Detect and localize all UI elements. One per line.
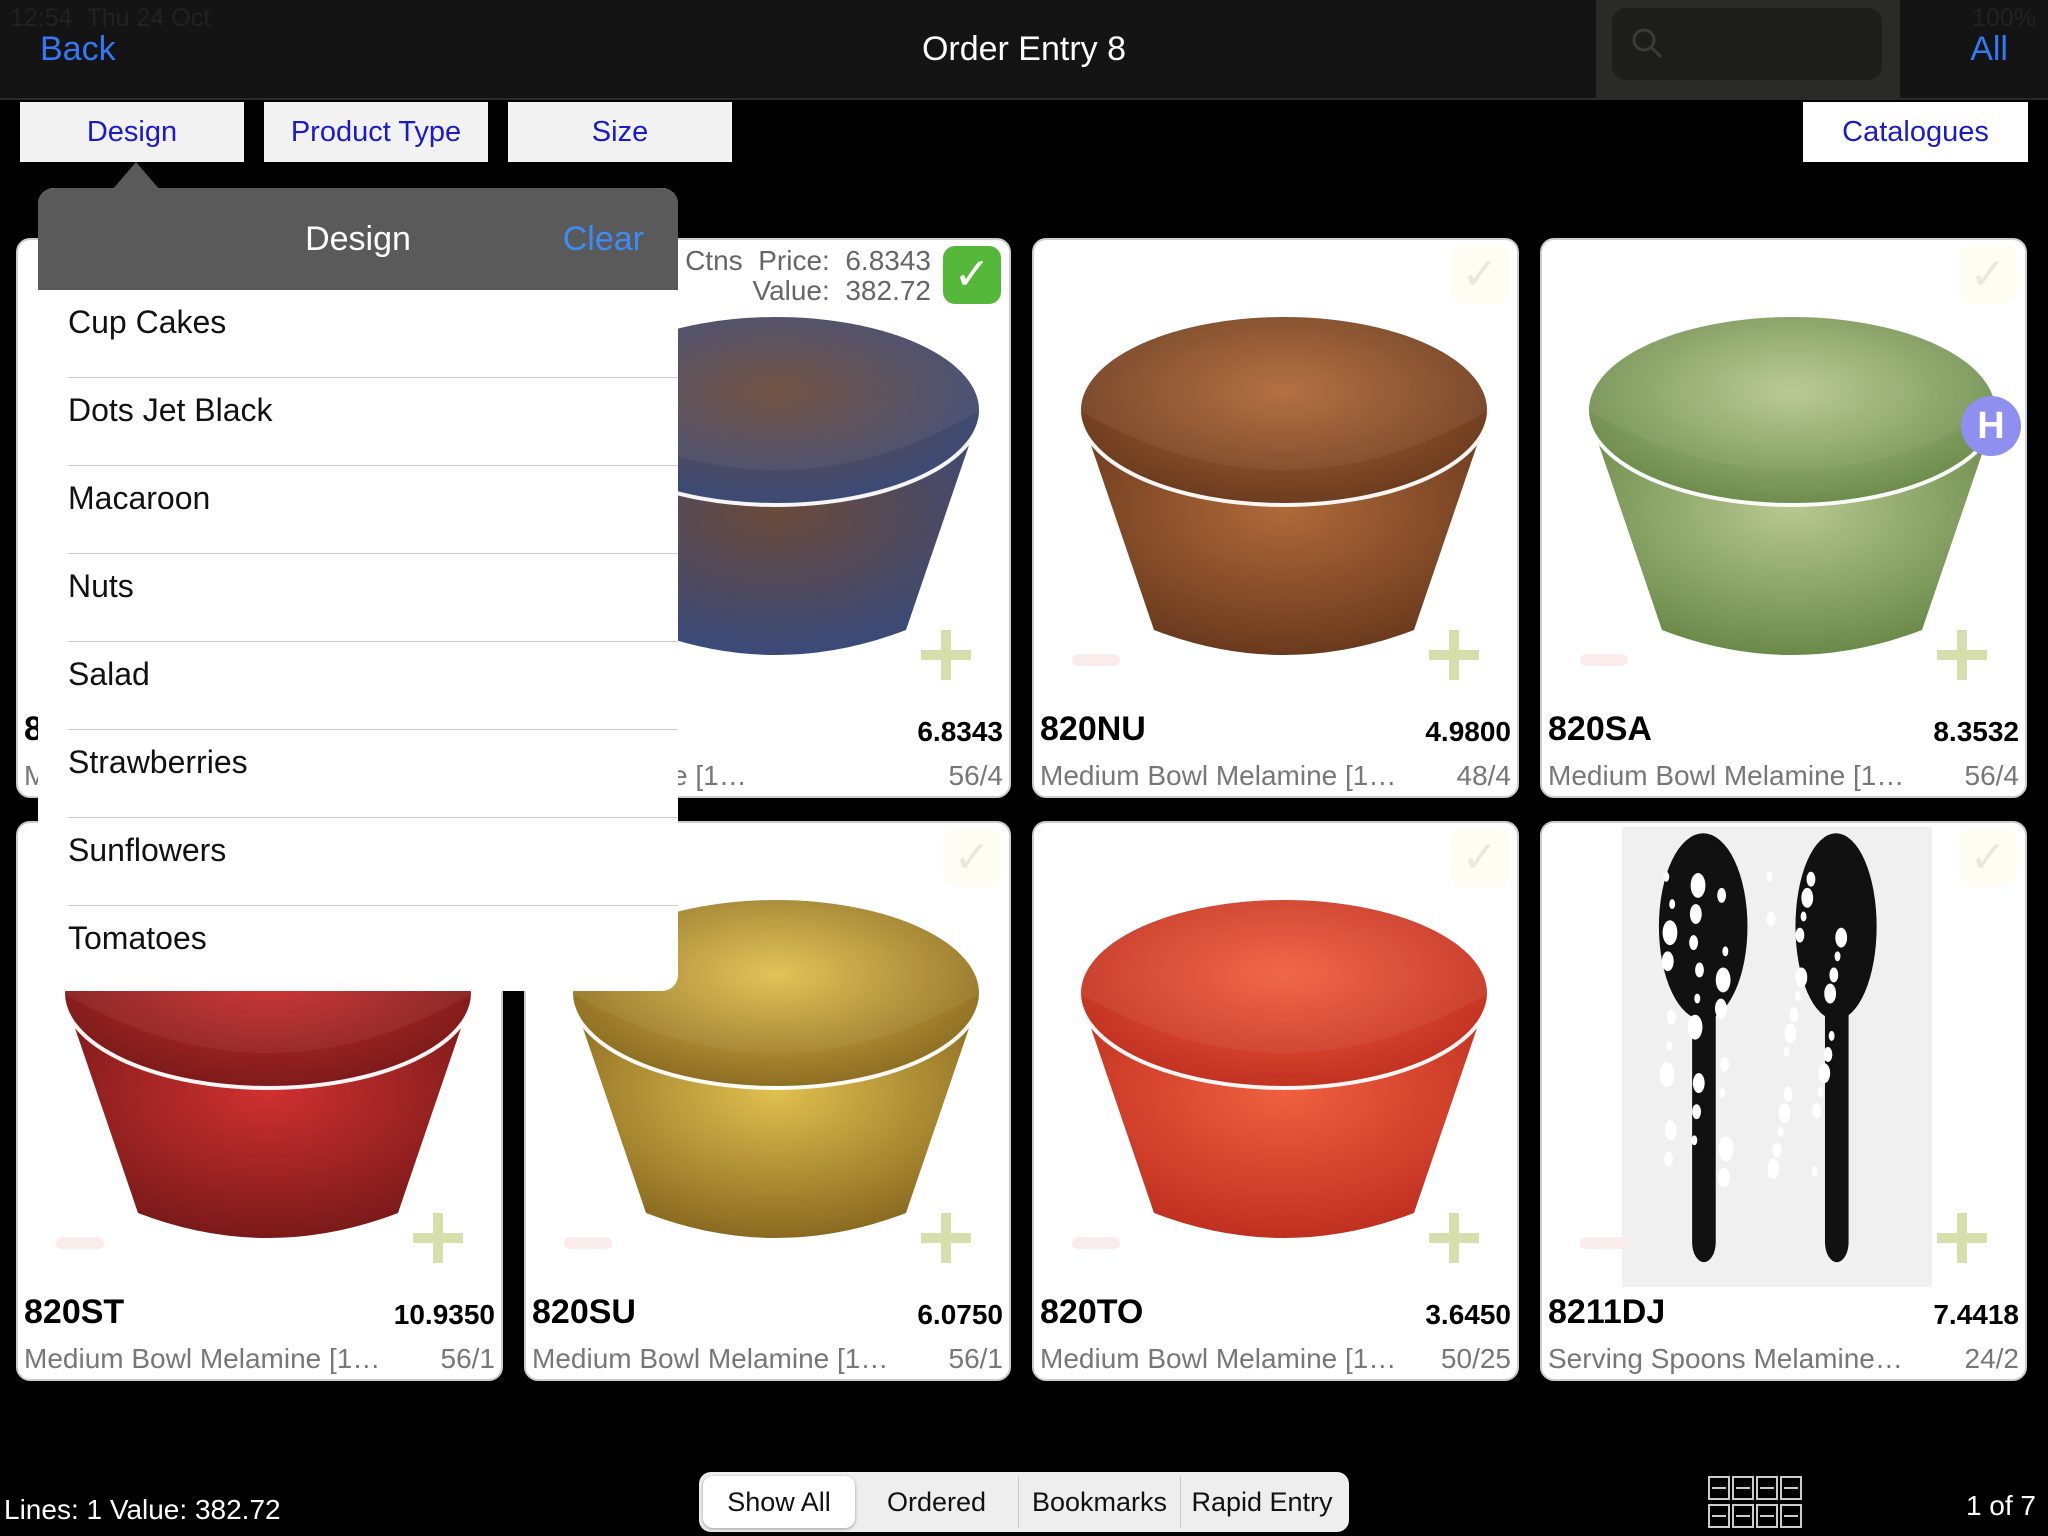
product-image — [1622, 827, 1932, 1287]
minus-indicator[interactable] — [1580, 1237, 1628, 1249]
product-card[interactable]: ✓ 820NU 4.9800 Medium Bowl Melamine [1… 48/4 — [1032, 238, 1519, 798]
product-code: 820NU — [1040, 710, 1146, 748]
order-summary: Lines: 1 Value: 382.72 — [4, 1494, 281, 1525]
product-code: 820ST — [24, 1293, 125, 1331]
minus-indicator[interactable] — [1072, 654, 1120, 666]
check-icon[interactable]: ✓ — [1451, 829, 1509, 887]
filter-product-type[interactable]: Product Type — [264, 102, 488, 162]
tab-rapid-entry[interactable]: Rapid Entry — [1181, 1476, 1343, 1528]
add-icon[interactable] — [1937, 1213, 1987, 1263]
product-price: 10.9350 — [393, 1299, 495, 1330]
product-description: Medium Bowl Melamine [1… — [1040, 760, 1397, 791]
catalogues-button[interactable]: Catalogues — [1803, 102, 2028, 162]
popover-header: Design Clear — [38, 188, 678, 290]
product-price: 6.8343 — [917, 716, 1003, 747]
nav-bar: 12:54 Thu 24 Oct 100% Back Order Entry 8… — [0, 0, 2048, 100]
product-image — [1077, 896, 1491, 1238]
add-icon[interactable] — [921, 630, 971, 680]
search-icon — [1632, 28, 1663, 59]
product-image — [1077, 313, 1491, 655]
product-price: 7.4418 — [1933, 1299, 2019, 1330]
status-battery: 100% — [1972, 4, 2036, 32]
check-icon[interactable]: ✓ — [1959, 246, 2017, 304]
design-popover: Design Clear Cup Cakes Dots Jet Black Maca… — [38, 188, 678, 991]
page-indicator: 1 of 7 — [1965, 1490, 2036, 1521]
product-card[interactable]: ✓ 8211DJ 7.4418 Serving Spoons Melamine… 24/… — [1540, 821, 2027, 1381]
add-icon[interactable] — [413, 1213, 463, 1263]
search-input[interactable] — [1612, 8, 1882, 80]
product-code: 820TO — [1040, 1293, 1144, 1331]
product-description: Medium Bowl Melamine [1… — [532, 1343, 889, 1374]
design-option[interactable]: Tomatoes — [68, 906, 678, 991]
status-time: 12:54 Thu 24 Oct — [10, 4, 211, 32]
check-icon[interactable]: ✓ — [1451, 246, 1509, 304]
add-icon[interactable] — [1937, 630, 1987, 680]
product-description: Medium Bowl Melamine [1… — [1548, 760, 1905, 791]
product-description: Medium Bowl Melamine [1… — [1040, 1343, 1397, 1374]
product-price: 4.9800 — [1425, 716, 1511, 747]
pack-size: 24/2 — [1964, 1343, 2020, 1374]
product-description: Medium Bowl Melamine [1… — [24, 1343, 381, 1374]
filter-size[interactable]: Size — [508, 102, 732, 162]
filter-design[interactable]: Design — [20, 102, 244, 162]
view-segmented-control: Show All Ordered Bookmarks Rapid Entry — [699, 1472, 1349, 1532]
check-icon[interactable]: ✓ — [943, 829, 1001, 887]
h-badge: H — [1961, 396, 2021, 456]
product-description: Serving Spoons Melamine… — [1548, 1343, 1903, 1374]
product-price: 8.3532 — [1933, 716, 2019, 747]
product-image — [1585, 313, 1999, 655]
check-icon[interactable]: ✓ — [1959, 829, 2017, 887]
check-icon[interactable]: ✓ — [943, 246, 1001, 304]
product-code: 820SA — [1548, 710, 1652, 748]
design-option[interactable]: Nuts — [68, 554, 678, 642]
pack-size: 50/25 — [1440, 1343, 1511, 1374]
order-info: Ctns Price: 6.8343 Value: 382.72 — [685, 245, 931, 306]
tab-ordered[interactable]: Ordered — [855, 1476, 1019, 1528]
pack-size: 48/4 — [1456, 760, 1512, 791]
product-code: 820SU — [532, 1293, 636, 1331]
popover-arrow — [112, 162, 160, 190]
all-button[interactable]: All — [1970, 30, 2008, 69]
product-code: 8211DJ — [1548, 1293, 1666, 1331]
pack-size: 56/4 — [948, 760, 1004, 791]
pack-size: 56/4 — [1964, 760, 2020, 791]
pack-size: 56/1 — [948, 1343, 1004, 1374]
search-area — [1596, 0, 1900, 98]
minus-indicator[interactable] — [1580, 654, 1628, 666]
design-option[interactable]: Strawberries — [68, 730, 678, 818]
design-option[interactable]: Cup Cakes — [68, 290, 678, 378]
grid-layout-icon[interactable] — [1708, 1476, 1802, 1528]
tab-bookmarks[interactable]: Bookmarks — [1019, 1476, 1181, 1528]
product-price: 3.6450 — [1425, 1299, 1511, 1330]
tab-show-all[interactable]: Show All — [703, 1476, 855, 1528]
minus-indicator[interactable] — [56, 1237, 104, 1249]
add-icon[interactable] — [1429, 1213, 1479, 1263]
minus-indicator[interactable] — [1072, 1237, 1120, 1249]
product-card[interactable]: ✓ H 820SA 8.3532 Medium Bowl Melamine [1… 56/… — [1540, 238, 2027, 798]
product-price: 6.0750 — [917, 1299, 1003, 1330]
add-icon[interactable] — [1429, 630, 1479, 680]
pack-size: 56/1 — [440, 1343, 496, 1374]
minus-indicator[interactable] — [564, 1237, 612, 1249]
design-option[interactable]: Macaroon — [68, 466, 678, 554]
design-option[interactable]: Dots Jet Black — [68, 378, 678, 466]
design-option[interactable]: Sunflowers — [68, 818, 678, 906]
design-option[interactable]: Salad — [68, 642, 678, 730]
add-icon[interactable] — [921, 1213, 971, 1263]
clear-button[interactable]: Clear — [563, 220, 644, 259]
product-card[interactable]: ✓ 820TO 3.6450 Medium Bowl Melamine [1… 50/2… — [1032, 821, 1519, 1381]
